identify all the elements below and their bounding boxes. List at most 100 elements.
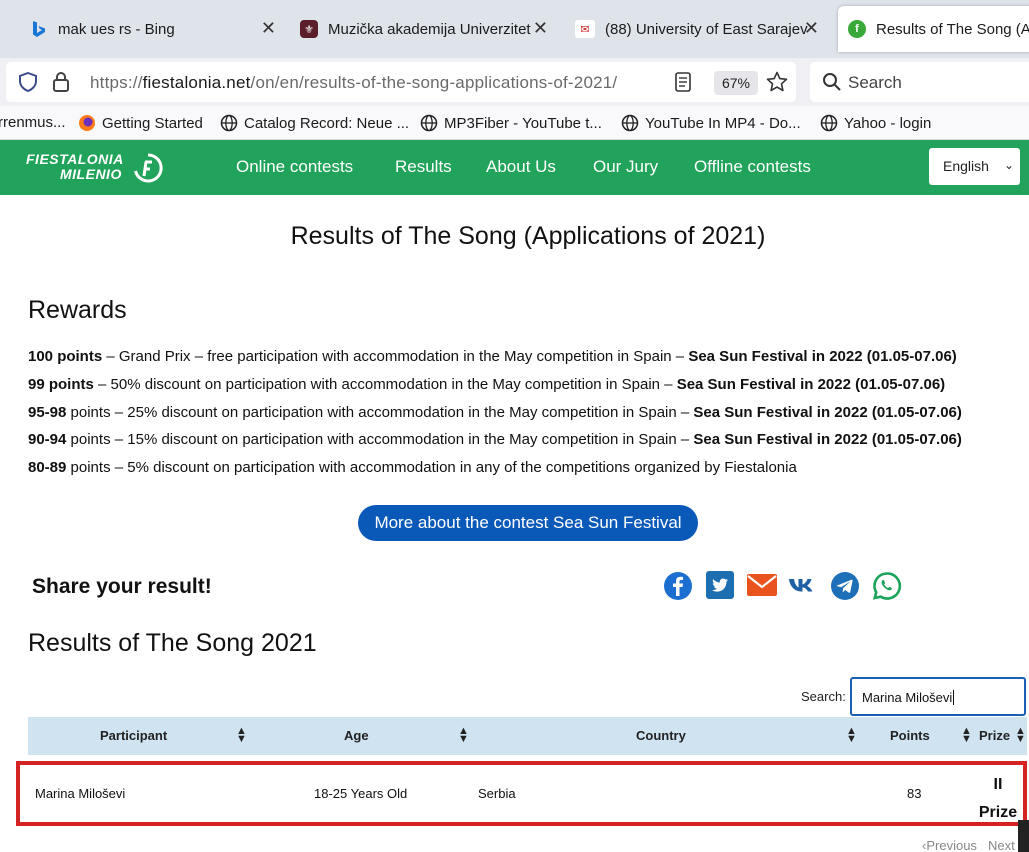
telegram-icon[interactable] bbox=[830, 571, 860, 601]
globe-icon bbox=[420, 114, 438, 132]
url-scheme: https:// bbox=[90, 73, 143, 92]
url-path: /on/en/results-of-the-song-applications-… bbox=[250, 73, 618, 92]
reward-text: – 50% discount on participation with acc… bbox=[93, 376, 677, 393]
language-value: English bbox=[943, 158, 989, 174]
column-header-prize[interactable]: Prize bbox=[979, 728, 1010, 743]
table-search-input[interactable]: Marina Miloševi bbox=[850, 677, 1026, 716]
share-heading: Share your result! bbox=[32, 575, 212, 598]
search-input-value: Marina Miloševi bbox=[862, 690, 953, 705]
reward-points-suffix: points bbox=[66, 431, 111, 448]
search-placeholder: Search bbox=[848, 73, 902, 92]
cell-points: 83 bbox=[907, 786, 922, 801]
logo-line-1: FIESTALONIA bbox=[26, 151, 124, 167]
reward-points-suffix: points bbox=[66, 459, 111, 476]
cell-country: Serbia bbox=[478, 786, 516, 801]
column-header-participant[interactable]: Participant bbox=[100, 728, 167, 743]
search-icon bbox=[822, 72, 842, 97]
tab-results-active[interactable]: f Results of The Song (Ap bbox=[838, 6, 1029, 52]
logo-line-2: MILENIO bbox=[60, 166, 122, 182]
column-header-country[interactable]: Country bbox=[636, 728, 686, 743]
column-header-age[interactable]: Age bbox=[344, 728, 369, 743]
nav-about-us[interactable]: About Us bbox=[486, 157, 556, 177]
reward-festival: Sea Sun Festival in 2022 (01.05-07.06) bbox=[693, 404, 962, 421]
nav-results[interactable]: Results bbox=[395, 157, 452, 177]
sort-icon[interactable]: ▲ ▼ bbox=[961, 726, 972, 745]
sort-icon[interactable]: ▲ ▼ bbox=[236, 726, 247, 745]
results-heading: Results of The Song 2021 bbox=[28, 629, 317, 657]
reward-points: 80-89 bbox=[28, 459, 67, 476]
reward-text: – 15% discount on participation with acc… bbox=[110, 431, 694, 448]
reward-text: – 5% discount on participation with acco… bbox=[110, 459, 797, 476]
close-icon[interactable]: ✕ bbox=[261, 18, 276, 39]
email-icon[interactable] bbox=[746, 571, 778, 601]
twitter-icon[interactable] bbox=[706, 571, 736, 601]
table-header: Participant ▲ ▼ Age ▲ ▼ Country ▲ ▼ Points … bbox=[28, 717, 1027, 755]
bookmarks-bar: rrenmus... Getting Started Catalog Recor… bbox=[0, 106, 1029, 140]
sort-icon[interactable]: ▲ ▼ bbox=[846, 726, 857, 745]
nav-offline-contests[interactable]: Offline contests bbox=[694, 157, 811, 177]
bookmark-label: YouTube In MP4 - Do... bbox=[645, 114, 801, 132]
table-search-label: Search: bbox=[801, 689, 846, 704]
cell-age: 18-25 Years Old bbox=[314, 786, 408, 801]
academy-crest-icon: ⚜ bbox=[300, 20, 318, 38]
reward-line: 95-98 points – 25% discount on participa… bbox=[28, 404, 962, 421]
site-logo[interactable]: FIESTALONIA MILENIO bbox=[26, 152, 124, 182]
url-bar[interactable]: https://fiestalonia.net/on/en/results-of… bbox=[6, 62, 796, 102]
bookmark-item[interactable]: Getting Started bbox=[78, 114, 203, 132]
bookmark-item[interactable]: YouTube In MP4 - Do... bbox=[621, 114, 801, 132]
reward-festival: Sea Sun Festival in 2022 (01.05-07.06) bbox=[688, 348, 957, 365]
vk-icon[interactable] bbox=[788, 571, 818, 601]
tab-title: mak ues rs - Bing bbox=[58, 20, 175, 38]
more-about-contest-button[interactable]: More about the contest Sea Sun Festival bbox=[358, 505, 698, 541]
pager-next[interactable]: Next bbox=[988, 838, 1015, 852]
prize-rank: II bbox=[993, 776, 1003, 793]
reward-text: – Grand Prix – free participation with a… bbox=[102, 348, 689, 365]
close-icon[interactable]: ✕ bbox=[533, 18, 548, 39]
tab-university[interactable]: ✉ (88) University of East Sarajevo ✕ bbox=[575, 6, 823, 52]
reward-line: 99 points – 50% discount on participatio… bbox=[28, 376, 945, 393]
tab-bing[interactable]: mak ues rs - Bing ✕ bbox=[30, 6, 280, 52]
reward-line: 90-94 points – 15% discount on participa… bbox=[28, 431, 962, 448]
pager-previous-label: Previous bbox=[926, 838, 977, 852]
lock-icon[interactable] bbox=[52, 71, 70, 98]
facebook-icon[interactable] bbox=[663, 571, 693, 601]
browser-search-box[interactable]: Search bbox=[810, 62, 1029, 102]
page-title: Results of The Song (Applications of 202… bbox=[290, 222, 766, 250]
sort-icon[interactable]: ▲ ▼ bbox=[1015, 726, 1026, 745]
logo-mark-icon bbox=[132, 152, 164, 184]
university-logo-icon: ✉ bbox=[575, 20, 595, 38]
tab-academy[interactable]: ⚜ Muzička akademija Univerzitet ✕ bbox=[300, 6, 552, 52]
url-text[interactable]: https://fiestalonia.net/on/en/results-of… bbox=[90, 73, 617, 93]
bookmark-label: rrenmus... bbox=[0, 114, 66, 131]
reward-line: 80-89 points – 5% discount on participat… bbox=[28, 459, 797, 476]
sort-icon[interactable]: ▲ ▼ bbox=[458, 726, 469, 745]
reward-points: 95-98 bbox=[28, 404, 67, 421]
shield-icon[interactable] bbox=[18, 71, 38, 97]
reward-line: 100 points – Grand Prix – free participa… bbox=[28, 348, 957, 365]
whatsapp-icon[interactable] bbox=[872, 571, 902, 601]
bookmark-item[interactable]: Catalog Record: Neue ... bbox=[220, 114, 409, 132]
reward-points: 100 points bbox=[28, 348, 103, 365]
star-icon[interactable] bbox=[766, 71, 788, 98]
bing-icon bbox=[30, 20, 48, 38]
url-domain: fiestalonia.net bbox=[142, 73, 251, 92]
table-row: Marina Miloševi 18-25 Years Old Serbia 8… bbox=[16, 761, 1027, 826]
column-header-points[interactable]: Points bbox=[890, 728, 930, 743]
browser-tab-bar: mak ues rs - Bing ✕ ⚜ Muzička akademija … bbox=[0, 0, 1029, 58]
reward-festival: Sea Sun Festival in 2022 (01.05-07.06) bbox=[676, 376, 946, 393]
reader-view-icon[interactable] bbox=[674, 72, 692, 97]
nav-online-contests[interactable]: Online contests bbox=[236, 157, 353, 177]
pager-previous[interactable]: ‹Previous bbox=[922, 838, 977, 852]
bookmark-item[interactable]: Yahoo - login bbox=[820, 114, 931, 132]
close-icon[interactable]: ✕ bbox=[804, 18, 819, 39]
reward-points: 99 points bbox=[28, 376, 94, 393]
cell-participant: Marina Miloševi bbox=[35, 786, 126, 801]
bookmark-item[interactable]: MP3Fiber - YouTube t... bbox=[420, 114, 602, 132]
bookmark-item[interactable]: rrenmus... bbox=[0, 114, 66, 131]
nav-our-jury[interactable]: Our Jury bbox=[593, 157, 658, 177]
tab-title: (88) University of East Sarajevo bbox=[605, 20, 808, 38]
language-select[interactable]: English ⌄ bbox=[929, 148, 1020, 185]
fiestalonia-favicon: f bbox=[848, 20, 866, 38]
zoom-level[interactable]: 67% bbox=[714, 71, 758, 95]
rewards-heading: Rewards bbox=[28, 296, 127, 324]
